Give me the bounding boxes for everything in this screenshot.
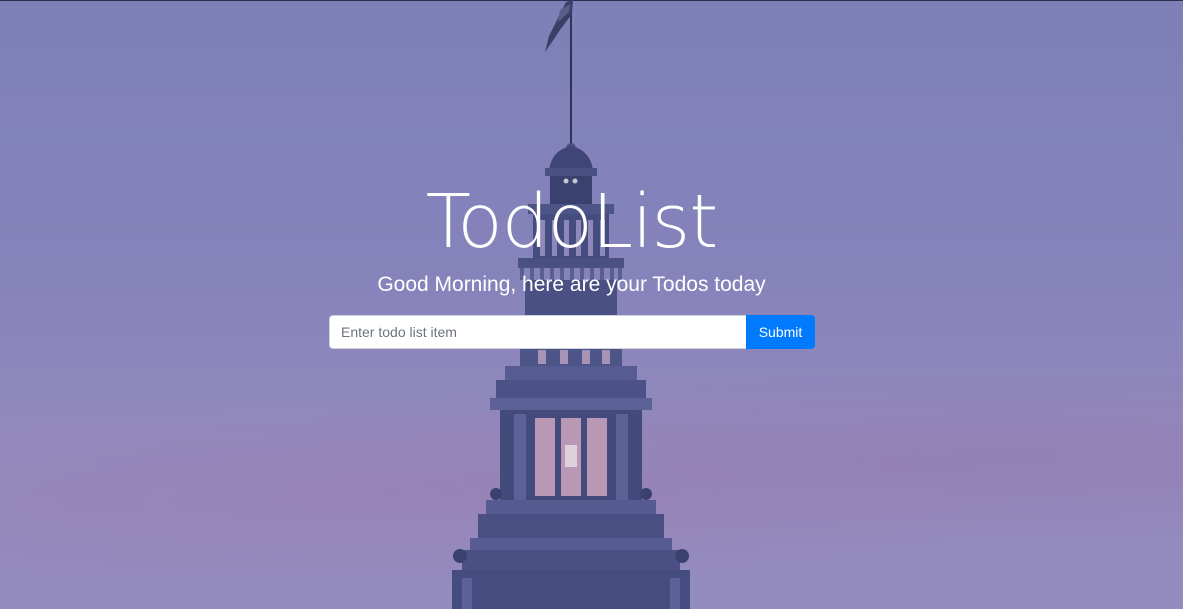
todo-form: Submit (329, 315, 815, 349)
hero-content: TodoList Good Morning, here are your Tod… (0, 0, 1183, 609)
todo-input[interactable] (329, 315, 746, 349)
submit-button[interactable]: Submit (746, 315, 815, 349)
page-title: TodoList (425, 179, 719, 265)
greeting-subtitle: Good Morning, here are your Todos today (377, 273, 766, 296)
